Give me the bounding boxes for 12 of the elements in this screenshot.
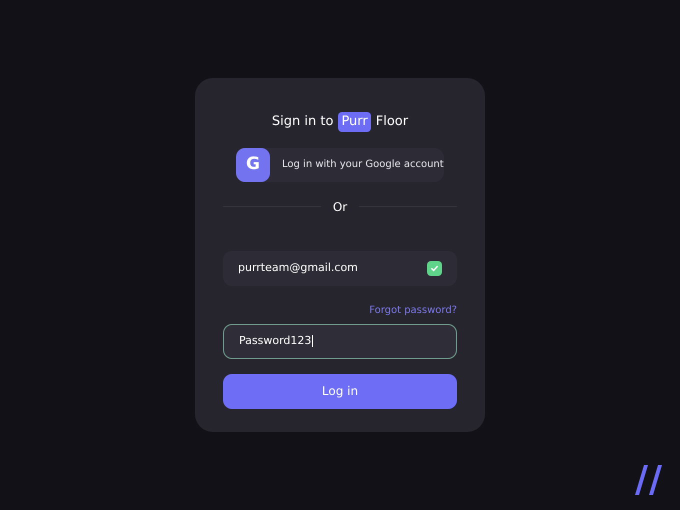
login-button[interactable]: Log in: [223, 374, 457, 408]
brand-highlight: Purr: [338, 112, 371, 132]
google-login-button[interactable]: G Log in with your Google account: [236, 148, 444, 182]
title-text: Sign in to: [272, 113, 334, 131]
slash-logo-icon: [635, 465, 663, 495]
google-icon: G: [236, 148, 270, 182]
forgot-password-link[interactable]: Forgot password?: [369, 302, 457, 318]
password-field[interactable]: Password123: [223, 324, 457, 358]
email-field[interactable]: purrteam@gmail.com: [223, 250, 457, 286]
brand-text: Floor: [376, 113, 408, 131]
or-divider-text: Or: [332, 198, 348, 216]
text-cursor: [312, 335, 314, 347]
